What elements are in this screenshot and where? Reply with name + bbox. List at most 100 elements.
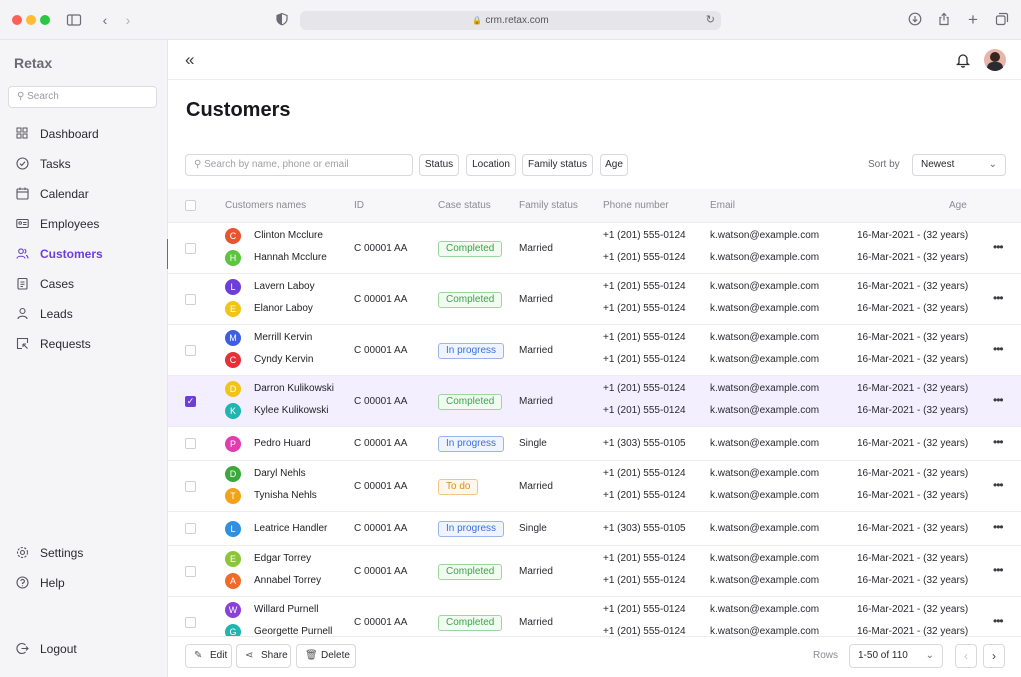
customer-name[interactable]: Annabel Torrey [254, 575, 321, 586]
sidebar-item-dashboard[interactable]: Dashboard [0, 119, 168, 149]
edit-button[interactable]: ✎ Edit [185, 644, 232, 668]
column-header[interactable]: Age [949, 200, 967, 211]
filter-status-button[interactable]: Status [419, 154, 459, 176]
email[interactable]: k.watson@example.com [710, 354, 819, 365]
customer-name[interactable]: Daryl Nehls [254, 468, 306, 479]
customer-name[interactable]: Lavern Laboy [254, 281, 315, 292]
email[interactable]: k.watson@example.com [710, 575, 819, 586]
delete-button[interactable]: 🗑 Delete [296, 644, 356, 668]
table-row[interactable]: M Merrill Kervin +1 (201) 555-0124 k.watson… [168, 325, 1021, 376]
email[interactable]: k.watson@example.com [710, 332, 819, 343]
email[interactable]: k.watson@example.com [710, 281, 819, 292]
sidebar-item-customers[interactable]: Customers [0, 239, 169, 269]
more-options-icon[interactable]: ••• [993, 520, 1004, 534]
customer-name[interactable]: Merrill Kervin [254, 332, 312, 343]
table-row[interactable]: ✓ D Darron Kulikowski +1 (201) 555-0124 k.wa… [168, 376, 1021, 427]
customer-name[interactable]: Willard Purnell [254, 604, 318, 615]
customer-name[interactable]: Leatrice Handler [254, 523, 327, 534]
more-options-icon[interactable]: ••• [993, 614, 1004, 628]
customer-name[interactable]: Kylee Kulikowski [254, 405, 328, 416]
customer-name[interactable]: Clinton Mcclure [254, 230, 323, 241]
column-header[interactable]: Email [710, 200, 735, 211]
email[interactable]: k.watson@example.com [710, 604, 819, 615]
email[interactable]: k.watson@example.com [710, 468, 819, 479]
sidebar-item-tasks[interactable]: Tasks [0, 149, 168, 179]
email[interactable]: k.watson@example.com [710, 303, 819, 314]
table-row[interactable]: C Clinton Mcclure +1 (201) 555-0124 k.watso… [168, 223, 1021, 274]
customer-name[interactable]: Tynisha Nehls [254, 490, 317, 501]
sidebar-item-employees[interactable]: Employees [0, 209, 168, 239]
more-options-icon[interactable]: ••• [993, 435, 1004, 449]
row-checkbox[interactable] [185, 616, 196, 628]
email[interactable]: k.watson@example.com [710, 252, 819, 263]
sidebar-item-calendar[interactable]: Calendar [0, 179, 168, 209]
table-row[interactable]: D Daryl Nehls +1 (201) 555-0124 k.watson@ex… [168, 461, 1021, 512]
customer-name[interactable]: Hannah Mcclure [254, 252, 327, 263]
column-header[interactable]: Customers names [225, 200, 306, 211]
customer-name[interactable]: Edgar Torrey [254, 553, 311, 564]
sort-select[interactable]: Newest ⌄ [912, 154, 1006, 176]
customer-name[interactable]: Elanor Laboy [254, 303, 313, 314]
filter-family-status-button[interactable]: Family status [522, 154, 593, 176]
sidebar-toggle-icon[interactable] [66, 12, 82, 28]
new-tab-icon[interactable]: + [965, 11, 981, 28]
email[interactable]: k.watson@example.com [710, 230, 819, 241]
share-button[interactable]: ⋖ Share [236, 644, 291, 668]
rows-select[interactable]: 1-50 of 110 ⌄ [849, 644, 943, 668]
table-row[interactable]: E Edgar Torrey +1 (201) 555-0124 k.watson@e… [168, 546, 1021, 597]
row-checkbox[interactable] [185, 523, 196, 534]
column-header[interactable]: Case status [438, 200, 491, 211]
avatar[interactable] [984, 49, 1006, 71]
address-bar[interactable]: 🔒 crm.retax.com ↻ [300, 11, 721, 30]
back-icon[interactable]: ‹ [97, 12, 113, 28]
table-row[interactable]: P Pedro Huard +1 (303) 555-0105 k.watson@ex… [168, 427, 1021, 461]
sidebar-item-requests[interactable]: Requests [0, 329, 168, 359]
bell-icon[interactable] [955, 52, 972, 68]
more-options-icon[interactable]: ••• [993, 291, 1004, 305]
prev-page-button[interactable]: ‹ [955, 644, 977, 668]
select-all-checkbox[interactable] [185, 200, 196, 211]
row-checkbox[interactable]: ✓ [185, 395, 196, 407]
email[interactable]: k.watson@example.com [710, 553, 819, 564]
share-icon[interactable] [936, 12, 952, 28]
download-icon[interactable] [907, 12, 923, 28]
filter-age-button[interactable]: Age [600, 154, 628, 176]
email[interactable]: k.watson@example.com [710, 383, 819, 394]
tab-overview-icon[interactable] [994, 12, 1010, 28]
row-checkbox[interactable] [185, 565, 196, 577]
reload-icon[interactable]: ↻ [706, 11, 715, 30]
close-window-button[interactable] [12, 15, 22, 25]
sidebar-item-settings[interactable]: Settings [0, 538, 168, 568]
row-checkbox[interactable] [185, 344, 196, 356]
filter-location-button[interactable]: Location [466, 154, 516, 176]
table-row[interactable]: L Lavern Laboy +1 (201) 555-0124 k.watson@e… [168, 274, 1021, 325]
customer-name[interactable]: Pedro Huard [254, 438, 311, 449]
more-options-icon[interactable]: ••• [993, 342, 1004, 356]
forward-icon[interactable]: › [120, 12, 136, 28]
column-header[interactable]: ID [354, 200, 364, 211]
sidebar-item-cases[interactable]: Cases [0, 269, 168, 299]
email[interactable]: k.watson@example.com [710, 490, 819, 501]
minimize-window-button[interactable] [26, 15, 36, 25]
collapse-sidebar-icon[interactable]: « [185, 50, 194, 70]
email[interactable]: k.watson@example.com [710, 438, 819, 449]
row-checkbox[interactable] [185, 480, 196, 492]
more-options-icon[interactable]: ••• [993, 478, 1004, 492]
sidebar-search-input[interactable]: ⚲ Search [8, 86, 157, 108]
customer-name[interactable]: Darron Kulikowski [254, 383, 334, 394]
more-options-icon[interactable]: ••• [993, 563, 1004, 577]
sidebar-item-help[interactable]: Help [0, 568, 168, 598]
privacy-shield-icon[interactable] [274, 12, 290, 28]
more-options-icon[interactable]: ••• [993, 393, 1004, 407]
logout-button[interactable]: Logout [0, 634, 168, 664]
email[interactable]: k.watson@example.com [710, 523, 819, 534]
column-header[interactable]: Family status [519, 200, 578, 211]
row-checkbox[interactable] [185, 438, 196, 449]
row-checkbox[interactable] [185, 293, 196, 305]
table-row[interactable]: L Leatrice Handler +1 (303) 555-0105 k.wats… [168, 512, 1021, 546]
customer-name[interactable]: Cyndy Kervin [254, 354, 313, 365]
next-page-button[interactable]: › [983, 644, 1005, 668]
column-header[interactable]: Phone number [603, 200, 669, 211]
sidebar-item-leads[interactable]: Leads [0, 299, 168, 329]
email[interactable]: k.watson@example.com [710, 405, 819, 416]
